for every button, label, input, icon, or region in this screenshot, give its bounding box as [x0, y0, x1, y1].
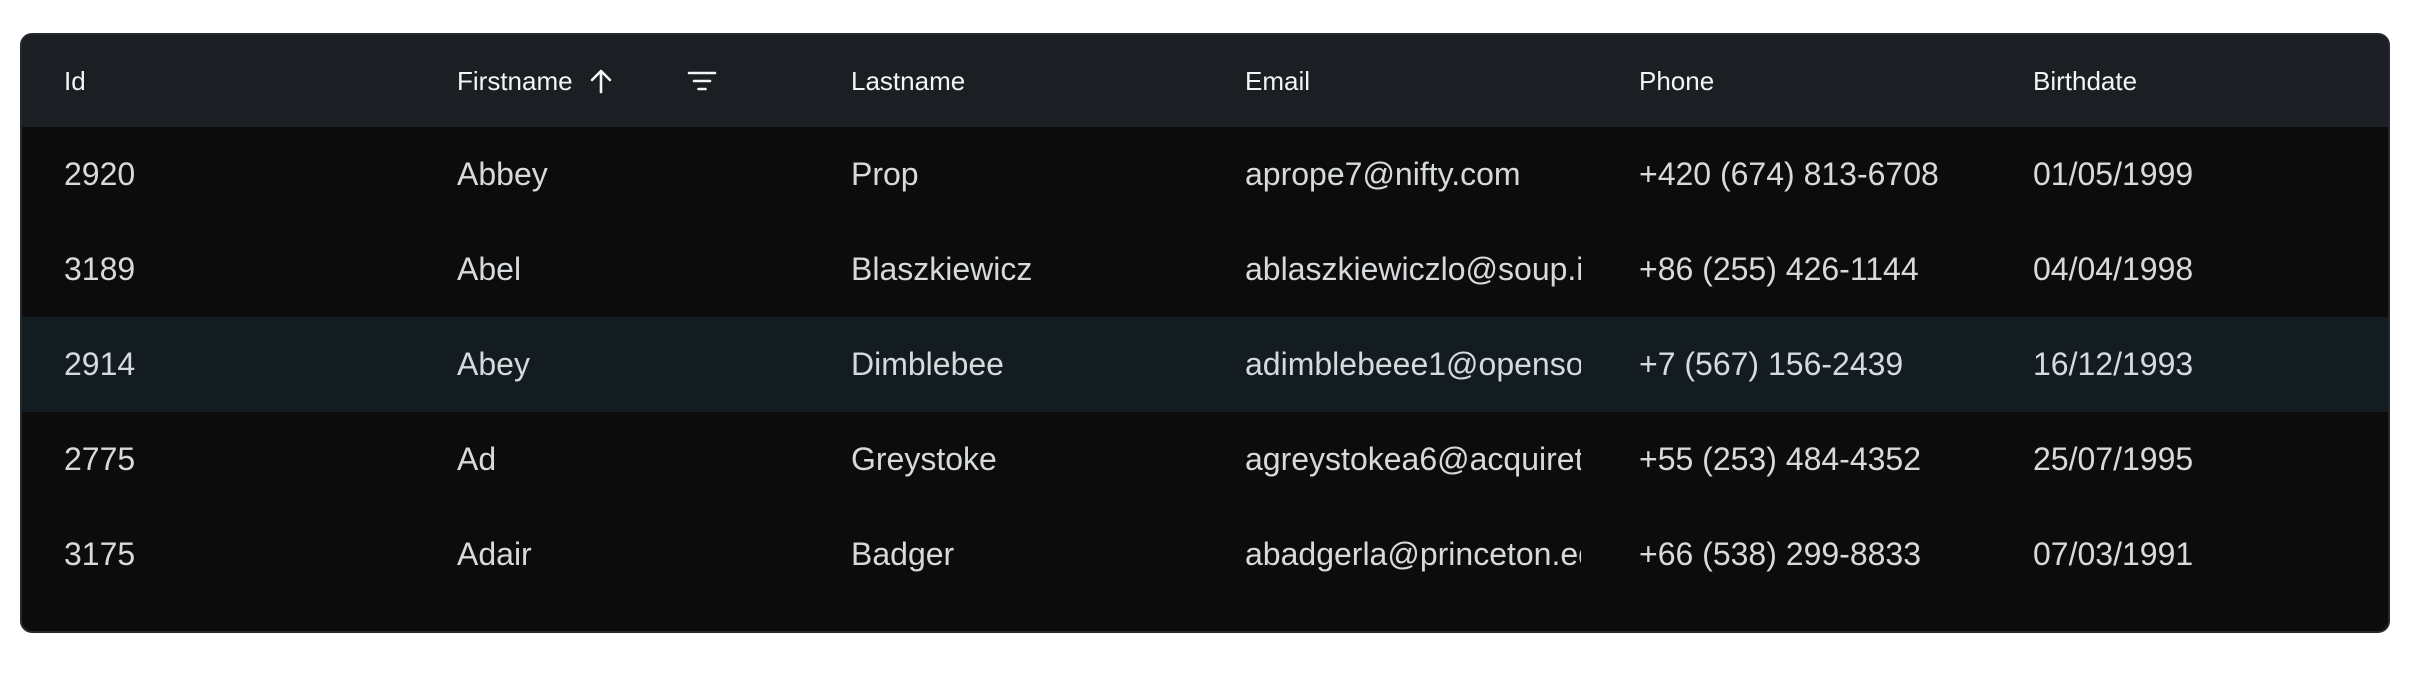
cell-phone: +86 (255) 426-1144 [1639, 251, 1919, 287]
column-header-birthdate[interactable]: Birthdate [1991, 35, 2388, 127]
column-header-label: Birthdate [2033, 65, 2138, 96]
column-header-firstname[interactable]: Firstname [415, 35, 809, 127]
cell-lastname: Prop [851, 156, 919, 192]
table-row[interactable]: 2920 Abbey Prop aprope7@nifty.com +420 (… [22, 127, 2388, 222]
table-row[interactable]: 2775 Ad Greystoke agreystokea6@acquireth… [22, 412, 2388, 507]
cell-id: 2775 [64, 441, 136, 477]
cell-phone: +66 (538) 299-8833 [1639, 536, 1921, 572]
cell-birthdate: 04/04/1998 [2033, 251, 2194, 287]
cell-phone: +7 (567) 156-2439 [1639, 346, 1904, 382]
column-header-label: Id [64, 65, 86, 96]
cell-lastname: Greystoke [851, 441, 997, 477]
table-row[interactable]: 3175 Adair Badger abadgerla@princeton.ed… [22, 507, 2388, 602]
cell-lastname: Dimblebee [851, 346, 1004, 382]
filter-icon[interactable] [685, 66, 719, 96]
cell-lastname: Badger [851, 536, 955, 572]
cell-email: ablaszkiewiczlo@soup.io [1245, 251, 1581, 287]
cell-phone: +420 (674) 813-6708 [1639, 156, 1939, 192]
column-header-email[interactable]: Email [1203, 35, 1597, 127]
cell-email: agreystokea6@acquirethisname.com [1245, 441, 1581, 477]
table-header-row: Id Firstname Lastname Email Phone Birthd… [22, 35, 2388, 127]
cell-phone: +55 (253) 484-4352 [1639, 441, 1921, 477]
cell-firstname: Abel [457, 251, 522, 287]
cell-birthdate: 16/12/1993 [2033, 346, 2194, 382]
column-header-lastname[interactable]: Lastname [809, 35, 1203, 127]
cell-firstname: Ad [457, 441, 497, 477]
cell-id: 2920 [64, 156, 136, 192]
cell-firstname: Abbey [457, 156, 548, 192]
cell-id: 3189 [64, 251, 136, 287]
cell-firstname: Abey [457, 346, 530, 382]
cell-firstname: Adair [457, 536, 532, 572]
cell-email: abadgerla@princeton.edu [1245, 536, 1581, 572]
cell-birthdate: 25/07/1995 [2033, 441, 2194, 477]
column-header-label: Lastname [851, 65, 966, 96]
table-row-highlighted[interactable]: 2914 Abey Dimblebee adimblebeee1@opensou… [22, 317, 2388, 412]
cell-email: aprope7@nifty.com [1245, 156, 1521, 192]
cell-birthdate: 07/03/1991 [2033, 536, 2194, 572]
cell-id: 3175 [64, 536, 136, 572]
column-header-label: Phone [1639, 65, 1715, 96]
arrow-up-icon[interactable] [587, 67, 615, 95]
cell-id: 2914 [64, 346, 136, 382]
column-header-phone[interactable]: Phone [1597, 35, 1991, 127]
cell-birthdate: 01/05/1999 [2033, 156, 2194, 192]
data-table: Id Firstname Lastname Email Phone Birthd… [20, 33, 2390, 633]
table-row[interactable]: 3189 Abel Blaszkiewicz ablaszkiewiczlo@s… [22, 222, 2388, 317]
cell-email: adimblebeee1@opensource.org [1245, 346, 1581, 382]
column-header-id[interactable]: Id [22, 35, 415, 127]
column-header-label: Firstname [457, 65, 573, 96]
column-header-label: Email [1245, 65, 1311, 96]
cell-lastname: Blaszkiewicz [851, 251, 1033, 287]
